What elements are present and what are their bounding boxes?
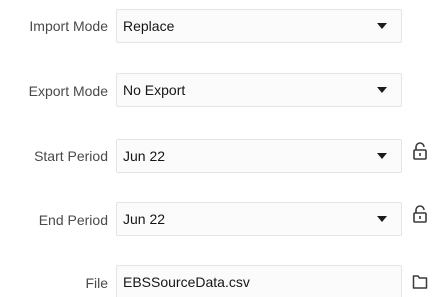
folder-icon[interactable]	[412, 273, 428, 291]
end-period-label: End Period	[38, 212, 108, 228]
data-load-form: Import Mode Replace Export Mode No Expor…	[0, 0, 433, 297]
end-period-select[interactable]: Jun 22	[116, 202, 402, 236]
end-period-value: Jun 22	[123, 211, 166, 227]
start-period-label: Start Period	[34, 148, 108, 164]
file-label: File	[85, 275, 108, 291]
unlock-icon[interactable]	[412, 205, 428, 223]
chevron-down-icon	[377, 153, 387, 159]
import-mode-select[interactable]: Replace	[116, 9, 402, 43]
chevron-down-icon	[377, 87, 387, 93]
file-input[interactable]: EBSSourceData.csv	[116, 265, 402, 297]
import-mode-label: Import Mode	[29, 18, 108, 34]
import-mode-value: Replace	[123, 18, 175, 34]
export-mode-value: No Export	[123, 82, 186, 98]
start-period-select[interactable]: Jun 22	[116, 139, 402, 173]
start-period-value: Jun 22	[123, 148, 166, 164]
chevron-down-icon	[377, 23, 387, 29]
export-mode-label: Export Mode	[28, 83, 108, 99]
file-value: EBSSourceData.csv	[123, 274, 250, 290]
export-mode-select[interactable]: No Export	[116, 73, 402, 107]
unlock-icon[interactable]	[412, 142, 428, 160]
chevron-down-icon	[377, 216, 387, 222]
